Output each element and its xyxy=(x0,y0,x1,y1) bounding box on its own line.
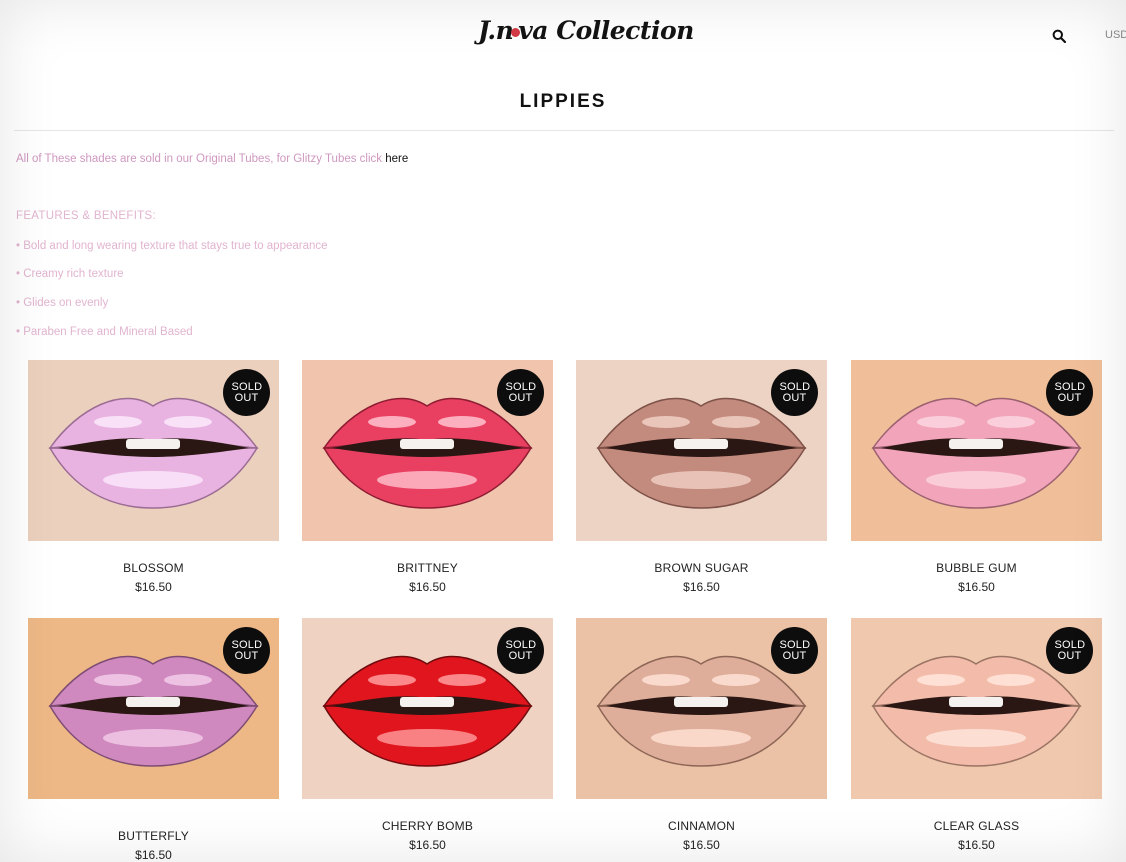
sold-out-label: SOLD OUT xyxy=(505,638,537,662)
currency-selector[interactable]: USD xyxy=(1105,29,1126,41)
product-card[interactable]: SOLD OUT BUTTERFLY $16.50 xyxy=(28,618,279,862)
sold-out-label: SOLD OUT xyxy=(231,380,263,404)
product-price: $16.50 xyxy=(958,580,995,594)
brand-logo[interactable]: J.n va Collection xyxy=(478,16,694,56)
product-card[interactable]: SOLD OUT CLEAR GLASS $16.50 xyxy=(851,618,1102,852)
product-card[interactable]: SOLD OUT BUBBLE GUM $16.50 xyxy=(851,360,1102,594)
sold-out-label: SOLD OUT xyxy=(231,638,263,662)
site-header: J.n va Collection USD xyxy=(0,0,1126,80)
sold-out-label: SOLD OUT xyxy=(1054,380,1086,404)
intro-sentence: All of These shades are sold in our Orig… xyxy=(16,153,383,165)
sold-out-badge: SOLD OUT xyxy=(223,369,270,416)
product-card[interactable]: SOLD OUT CHERRY BOMB $16.50 xyxy=(302,618,553,852)
product-name[interactable]: BUBBLE GUM xyxy=(851,561,1102,575)
product-image[interactable]: SOLD OUT xyxy=(851,360,1102,541)
sold-out-badge: SOLD OUT xyxy=(497,369,544,416)
product-name[interactable]: BRITTNEY xyxy=(302,561,553,575)
divider xyxy=(14,130,1114,131)
sold-out-badge: SOLD OUT xyxy=(1046,369,1093,416)
product-price: $16.50 xyxy=(135,580,172,594)
product-image[interactable]: SOLD OUT xyxy=(576,618,827,799)
lip-logo-icon xyxy=(511,28,521,37)
product-price: $16.50 xyxy=(409,580,446,594)
product-name[interactable]: CINNAMON xyxy=(576,819,827,833)
product-name[interactable]: CLEAR GLASS xyxy=(851,819,1102,833)
product-image[interactable]: SOLD OUT xyxy=(576,360,827,541)
product-card[interactable]: SOLD OUT BLOSSOM $16.50 xyxy=(28,360,279,594)
product-image[interactable]: SOLD OUT xyxy=(28,360,279,541)
product-name[interactable]: BLOSSOM xyxy=(28,561,279,575)
sold-out-label: SOLD OUT xyxy=(505,380,537,404)
product-card[interactable]: SOLD OUT BROWN SUGAR $16.50 xyxy=(576,360,827,594)
feature-item: • Bold and long wearing texture that sta… xyxy=(16,240,328,252)
product-name[interactable]: CHERRY BOMB xyxy=(302,819,553,833)
page-title: LIPPIES xyxy=(519,91,607,112)
product-image[interactable]: SOLD OUT xyxy=(28,618,279,809)
product-price: $16.50 xyxy=(409,838,446,852)
product-name[interactable]: BROWN SUGAR xyxy=(576,561,827,575)
product-price: $16.50 xyxy=(683,580,720,594)
sold-out-badge: SOLD OUT xyxy=(771,369,818,416)
product-price: $16.50 xyxy=(958,838,995,852)
product-price: $16.50 xyxy=(135,848,172,862)
sold-out-badge: SOLD OUT xyxy=(771,627,818,674)
product-image[interactable]: SOLD OUT xyxy=(302,360,553,541)
product-name[interactable]: BUTTERFLY xyxy=(28,829,279,843)
product-card[interactable]: SOLD OUT BRITTNEY $16.50 xyxy=(302,360,553,594)
product-image[interactable]: SOLD OUT xyxy=(851,618,1102,799)
sold-out-label: SOLD OUT xyxy=(779,638,811,662)
product-card[interactable]: SOLD OUT CINNAMON $16.50 xyxy=(576,618,827,852)
sold-out-label: SOLD OUT xyxy=(1054,638,1086,662)
product-price: $16.50 xyxy=(683,838,720,852)
glitzy-tubes-link[interactable]: here xyxy=(385,153,408,165)
feature-item: • Glides on evenly xyxy=(16,297,109,309)
feature-item: • Paraben Free and Mineral Based xyxy=(16,326,193,338)
sold-out-badge: SOLD OUT xyxy=(223,627,270,674)
feature-item: • Creamy rich texture xyxy=(16,268,124,280)
sold-out-badge: SOLD OUT xyxy=(497,627,544,674)
features-heading: FEATURES & BENEFITS: xyxy=(16,210,156,222)
intro-text: All of These shades are sold in our Orig… xyxy=(16,153,408,165)
search-icon[interactable] xyxy=(1052,29,1066,43)
sold-out-label: SOLD OUT xyxy=(779,380,811,404)
product-image[interactable]: SOLD OUT xyxy=(302,618,553,799)
sold-out-badge: SOLD OUT xyxy=(1046,627,1093,674)
